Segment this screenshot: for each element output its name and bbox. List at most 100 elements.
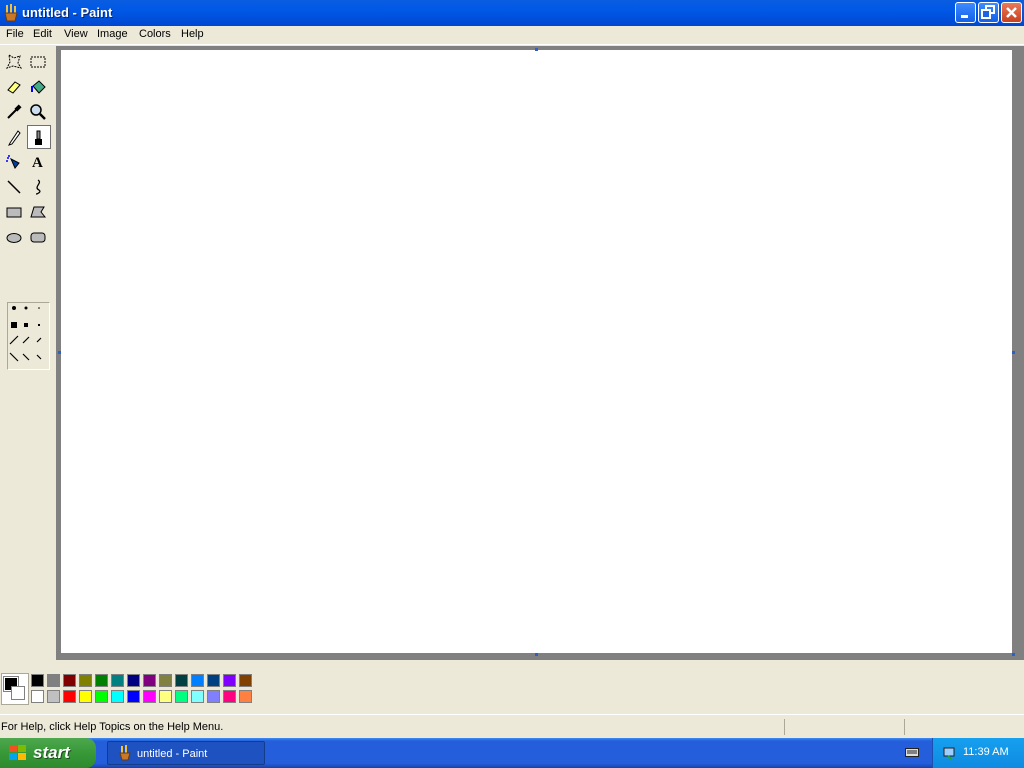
color-swatch[interactable] [159, 674, 172, 687]
color-swatch[interactable] [31, 690, 44, 703]
color-swatch[interactable] [127, 690, 140, 703]
color-swatch[interactable] [159, 690, 172, 703]
brush-shapes-icon [9, 306, 42, 362]
pencil-tool[interactable] [3, 125, 27, 149]
curve-tool[interactable] [27, 175, 51, 199]
taskbar-item-paint[interactable]: untitled - Paint [107, 741, 265, 765]
color-swatch[interactable] [191, 674, 204, 687]
menu-image[interactable]: Image [97, 28, 128, 40]
color-swatch[interactable] [239, 690, 252, 703]
menu-file[interactable]: File [6, 28, 24, 40]
color-swatch[interactable] [111, 674, 124, 687]
paint-app-icon [119, 745, 131, 761]
keyboard-icon[interactable] [905, 746, 919, 758]
toolbox: A [0, 46, 56, 660]
rectangle-icon [6, 207, 22, 218]
color-swatch[interactable] [223, 674, 236, 687]
restore-button[interactable] [978, 2, 999, 23]
curve-icon [35, 179, 41, 195]
background-color [11, 686, 25, 700]
network-icon[interactable] [942, 745, 958, 761]
resize-handle-left [58, 351, 61, 354]
status-text: For Help, click Help Topics on the Help … [1, 721, 224, 733]
svg-text:A: A [32, 155, 43, 171]
eraser-icon [7, 81, 21, 94]
brush-options[interactable] [7, 302, 50, 370]
color-swatch[interactable] [31, 674, 44, 687]
color-swatch[interactable] [95, 674, 108, 687]
line-tool[interactable] [3, 175, 27, 199]
resize-handle-corner[interactable] [1012, 653, 1015, 656]
color-swatch[interactable] [47, 690, 60, 703]
line-icon [7, 180, 21, 194]
color-swatch[interactable] [111, 690, 124, 703]
pick-color-tool[interactable] [3, 100, 27, 124]
status-divider [784, 719, 785, 735]
color-swatch[interactable] [79, 690, 92, 703]
brush-icon [35, 130, 42, 145]
polygon-tool[interactable] [27, 200, 51, 224]
airbrush-tool[interactable] [3, 150, 27, 174]
free-form-select-tool[interactable] [3, 50, 27, 74]
resize-handle-top [535, 48, 538, 51]
clock: 11:39 AM [963, 746, 1009, 758]
menu-edit[interactable]: Edit [33, 28, 52, 40]
color-swatch[interactable] [143, 690, 156, 703]
rounded-rectangle-tool[interactable] [27, 225, 51, 249]
magnifier-icon [30, 104, 46, 120]
resize-handle-right[interactable] [1012, 351, 1015, 354]
text-tool[interactable]: A [27, 150, 51, 174]
status-divider [904, 719, 905, 735]
title-bar[interactable]: untitled - Paint [0, 0, 1024, 26]
color-swatch[interactable] [63, 690, 76, 703]
menu-divider [0, 44, 1024, 45]
taskbar-item-label: untitled - Paint [137, 748, 208, 760]
color-swatch[interactable] [207, 690, 220, 703]
rectangle-tool[interactable] [3, 200, 27, 224]
color-swatch[interactable] [95, 690, 108, 703]
windows-logo-icon [9, 745, 26, 760]
color-swatch[interactable] [223, 690, 236, 703]
text-icon: A [32, 155, 43, 171]
color-swatch[interactable] [47, 674, 60, 687]
free-form-select-icon [6, 54, 23, 69]
color-swatch[interactable] [239, 674, 252, 687]
resize-handle-bottom[interactable] [535, 653, 538, 656]
pencil-icon [8, 130, 21, 146]
restore-icon [981, 5, 995, 19]
close-icon [1006, 7, 1017, 18]
drawing-canvas[interactable] [61, 50, 1012, 653]
status-bar: For Help, click Help Topics on the Help … [0, 714, 1024, 739]
color-swatch[interactable] [175, 690, 188, 703]
paint-app-icon [4, 4, 18, 22]
fill-tool[interactable] [27, 75, 51, 99]
close-button[interactable] [1001, 2, 1022, 23]
color-swatch[interactable] [207, 674, 220, 687]
minimize-button[interactable] [955, 2, 976, 23]
color-swatch[interactable] [79, 674, 92, 687]
polygon-icon [30, 206, 47, 218]
rounded-rectangle-icon [30, 232, 46, 243]
color-palette [0, 663, 1024, 713]
color-swatch[interactable] [191, 690, 204, 703]
eraser-tool[interactable] [3, 75, 27, 99]
fill-icon [31, 80, 46, 94]
color-swatch[interactable] [175, 674, 188, 687]
pick-color-icon [7, 104, 22, 119]
ellipse-icon [6, 233, 22, 243]
color-swatch[interactable] [63, 674, 76, 687]
magnifier-tool[interactable] [27, 100, 51, 124]
start-label: start [33, 743, 70, 762]
menu-help[interactable]: Help [181, 28, 204, 40]
brush-tool[interactable] [27, 125, 51, 149]
color-swatch[interactable] [127, 674, 140, 687]
menu-colors[interactable]: Colors [139, 28, 171, 40]
window-title: untitled - Paint [22, 5, 113, 20]
airbrush-icon [6, 155, 20, 169]
menu-view[interactable]: View [64, 28, 88, 40]
ellipse-tool[interactable] [3, 225, 27, 249]
start-button[interactable]: start [0, 738, 96, 768]
select-tool[interactable] [27, 50, 51, 74]
color-swatch[interactable] [143, 674, 156, 687]
minimize-icon [961, 15, 968, 18]
